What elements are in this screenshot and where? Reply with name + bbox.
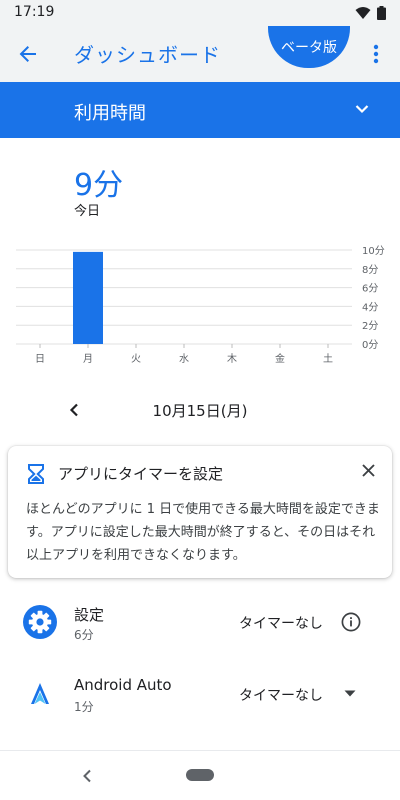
x-tick-label: 火 <box>131 353 141 365</box>
status-time: 17:19 <box>14 4 55 20</box>
overflow-menu-button[interactable] <box>364 40 388 68</box>
card-description: ほとんどのアプリに 1 日で使用できる最大時間を設定できます。アプリに設定した最… <box>26 502 380 563</box>
more-vert-icon <box>373 44 379 64</box>
usage-bar-chart: 0分 2分 4分 6分 8分 10分日 月 火 水 木 金 土 <box>16 245 385 365</box>
y-tick-label: 0分 <box>362 339 378 351</box>
y-tick-label: 10分 <box>362 245 385 257</box>
chevron-down-icon <box>355 105 369 114</box>
usage-total: 9分 <box>74 168 124 203</box>
x-tick-label: 日 <box>35 354 45 365</box>
y-tick-label: 6分 <box>362 283 378 295</box>
system-back-button[interactable] <box>76 765 98 787</box>
beta-badge: ベータ版 <box>268 26 350 68</box>
app-name: Android Auto <box>74 676 172 694</box>
y-tick-label: 8分 <box>362 264 378 276</box>
y-tick-label: 2分 <box>362 320 378 332</box>
back-button[interactable] <box>12 38 44 70</box>
close-card-button[interactable] <box>356 458 380 482</box>
settings-gear-icon <box>23 605 57 639</box>
system-navigation-bar <box>0 751 400 800</box>
status-icons <box>355 6 386 20</box>
x-tick-label: 木 <box>227 353 237 365</box>
close-icon <box>361 463 375 477</box>
page-title: ダッシュボード <box>74 43 221 67</box>
usage-period-label: 今日 <box>74 204 101 219</box>
status-bar: 17:19 <box>0 0 400 26</box>
arrow-back-icon <box>19 46 36 62</box>
app-bar: ダッシュボード ベータ版 <box>0 26 400 82</box>
card-title: アプリにタイマーを設定 <box>58 465 224 483</box>
app-usage-time: 6分 <box>74 628 94 642</box>
info-icon[interactable] <box>340 611 362 633</box>
metric-selector-label: 利用時間 <box>74 103 146 124</box>
wifi-icon <box>355 7 371 19</box>
battery-icon <box>377 6 386 20</box>
y-tick-label: 4分 <box>362 301 378 313</box>
dropdown-arrow-icon[interactable] <box>344 690 356 697</box>
app-row-android-auto[interactable]: Android Auto 1分 タイマーなし <box>0 664 400 728</box>
home-pill-button[interactable] <box>186 769 214 781</box>
android-auto-icon <box>31 683 49 704</box>
app-name: 設定 <box>74 606 105 624</box>
selected-date: 10月15日(月) <box>152 402 248 420</box>
app-timer-status[interactable]: タイマーなし <box>239 685 323 705</box>
bar-1[interactable] <box>73 251 103 344</box>
x-tick-label: 金 <box>275 352 285 365</box>
timer-info-card: アプリにタイマーを設定 ほとんどのアプリに 1 日で使用できる最大時間を設定でき… <box>8 446 392 578</box>
app-timer-status[interactable]: タイマーなし <box>239 613 323 633</box>
x-tick-label: 水 <box>179 353 189 365</box>
x-tick-label: 月 <box>83 353 93 365</box>
app-usage-time: 1分 <box>74 700 94 714</box>
chevron-left-icon <box>83 769 91 783</box>
date-navigation: 10月15日(月) <box>0 396 400 426</box>
x-tick-label: 土 <box>323 352 333 365</box>
app-row-settings[interactable]: 設定 6分 タイマーなし <box>0 592 400 656</box>
metric-selector[interactable]: 利用時間 <box>0 82 400 138</box>
hourglass-icon <box>28 464 44 484</box>
